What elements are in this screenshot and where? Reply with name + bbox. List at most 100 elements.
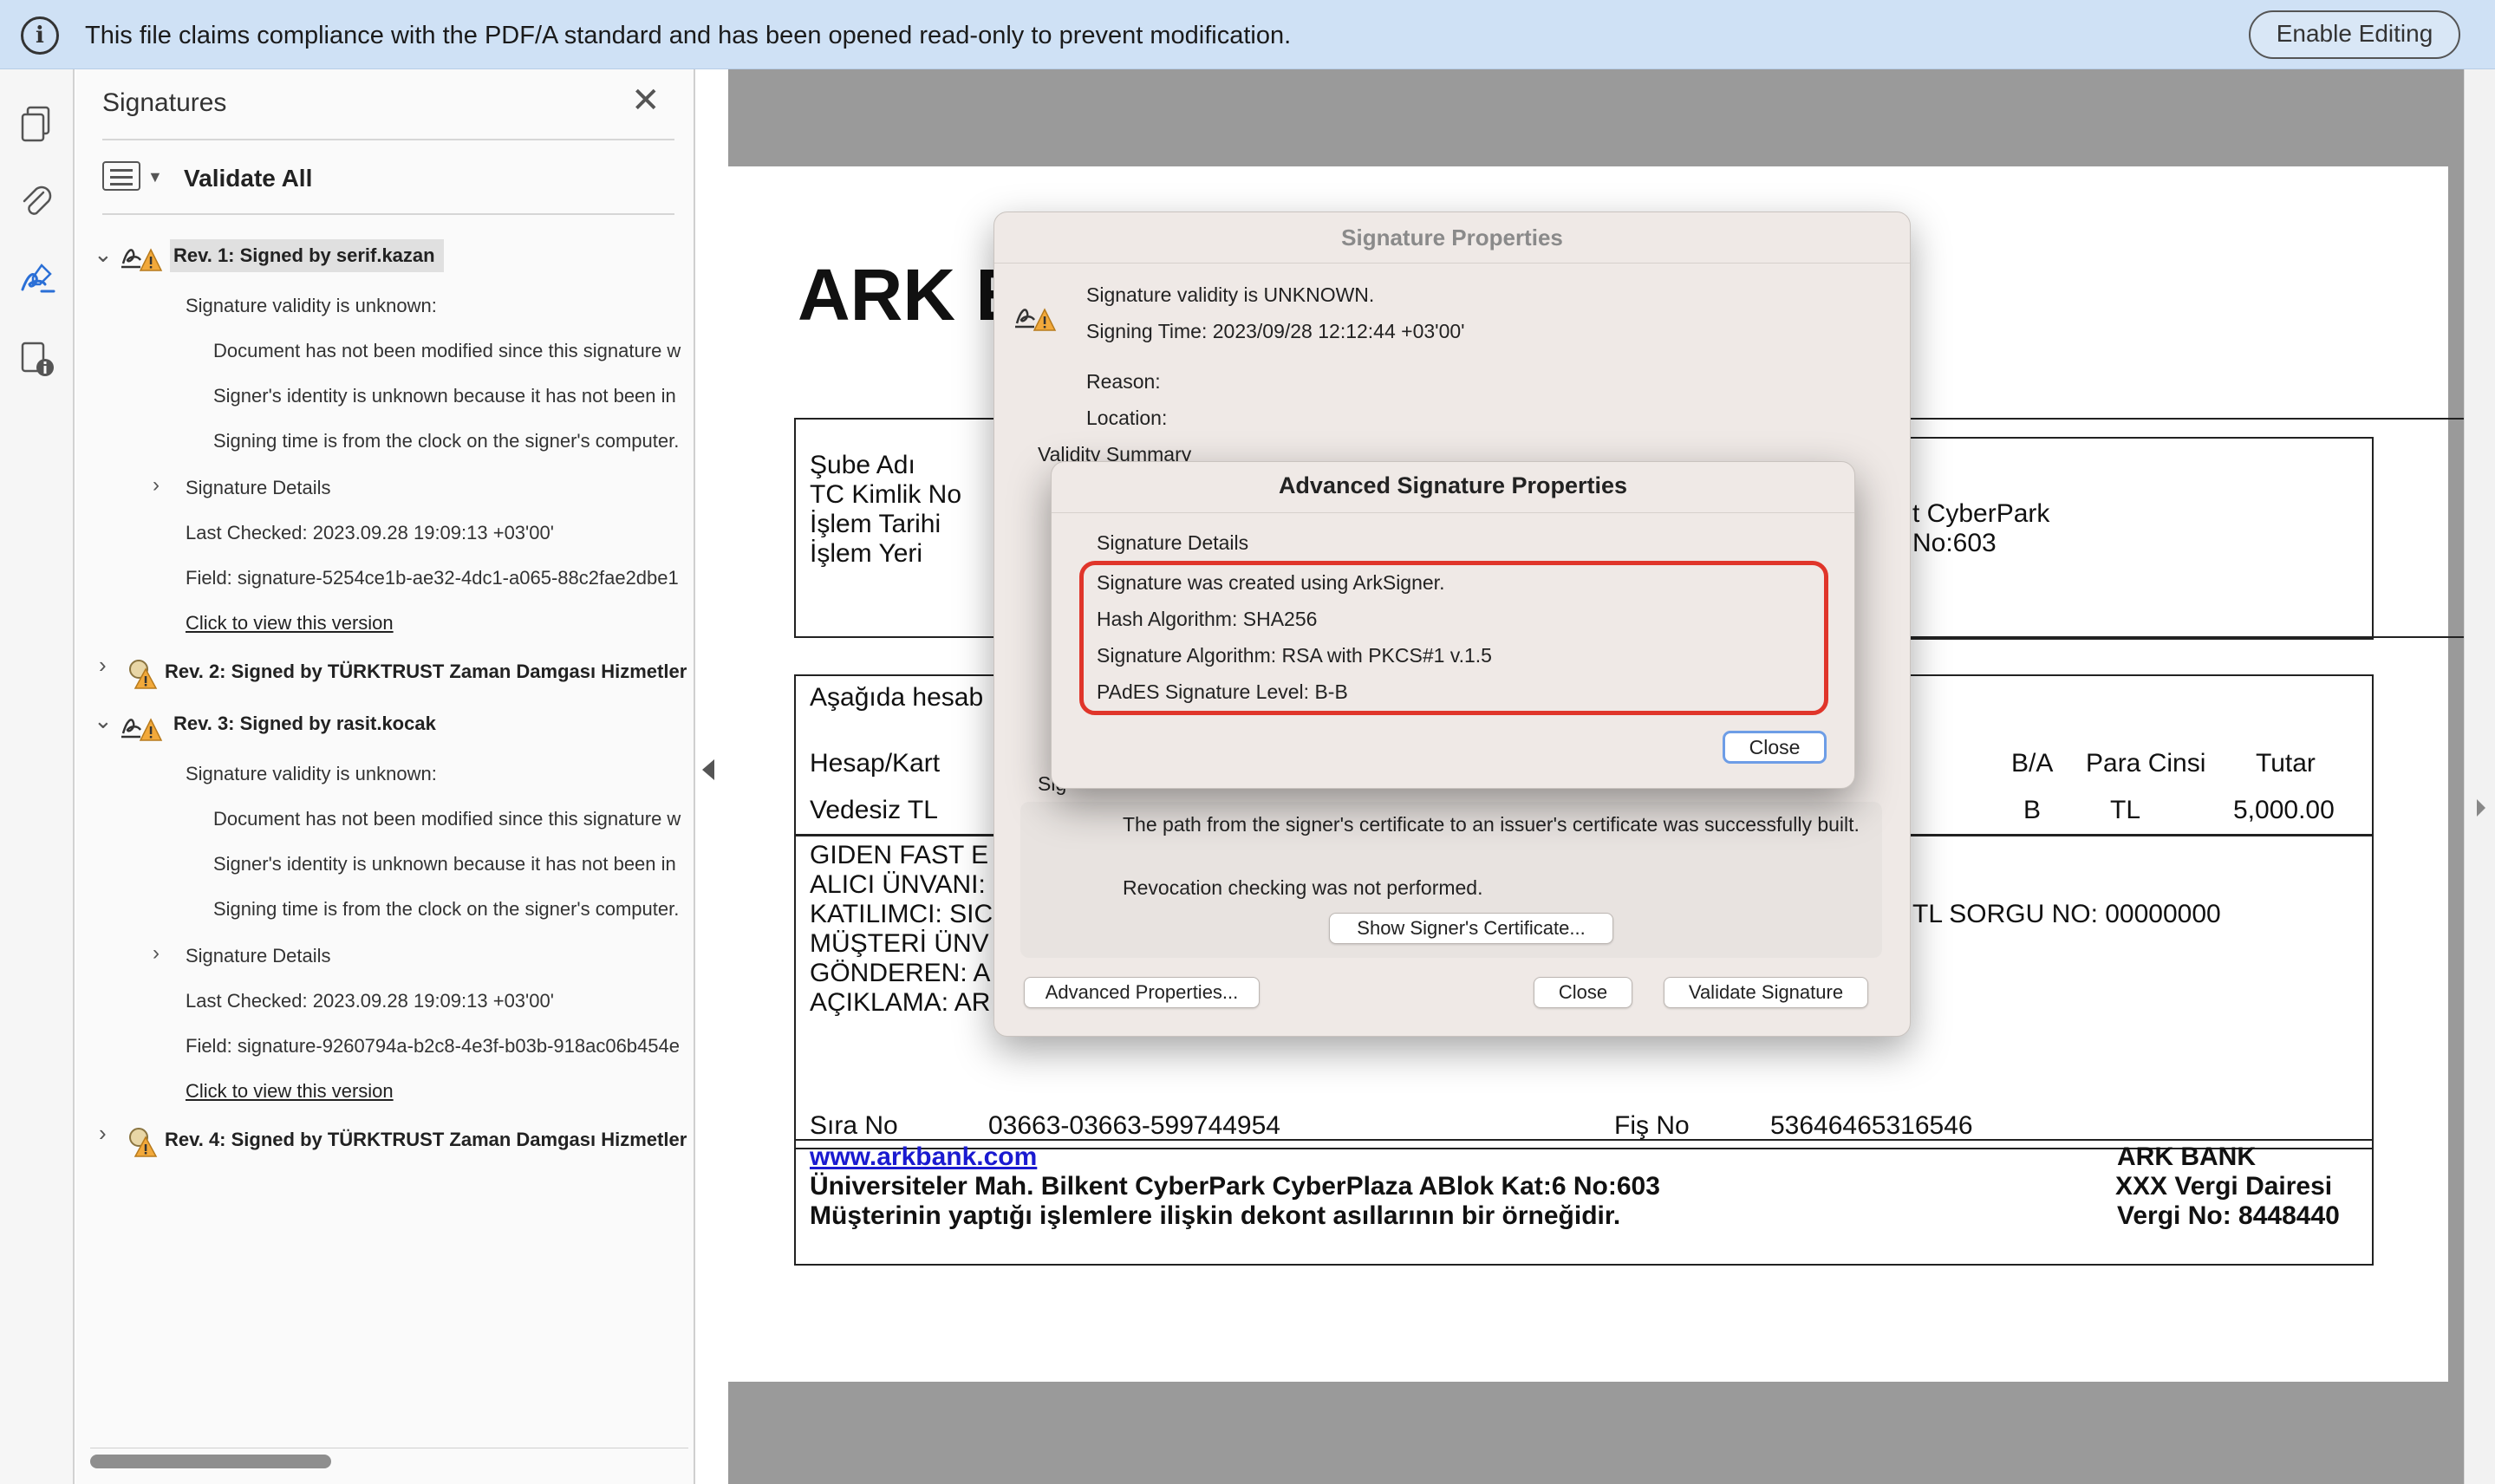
revocation-message: Revocation checking was not performed.	[1123, 876, 1483, 899]
detail-line: PAdES Signature Level: B-B	[1097, 680, 1348, 703]
column-header: B/A	[2011, 749, 2054, 778]
validity-detail: Document has not been modified since thi…	[213, 340, 681, 361]
bank-name: ARK BANK	[2117, 1142, 2256, 1171]
vertical-scrollbar[interactable]	[2464, 69, 2495, 1484]
revision-2[interactable]: Rev. 2: Signed by TÜRKTRUST Zaman Damgas…	[165, 661, 688, 683]
doc-label: Şube Adı	[810, 451, 915, 479]
validity-detail: Document has not been modified since thi…	[213, 808, 681, 830]
reason-label: Reason:	[1086, 370, 1161, 393]
view-version-link[interactable]: Click to view this version	[186, 612, 394, 635]
doc-text: ALICI ÜNVANI:	[810, 870, 986, 899]
validity-detail: Signer's identity is unknown because it …	[213, 385, 676, 407]
expand-chevron-icon[interactable]: ›	[99, 652, 107, 679]
validity-status: Signature validity is unknown:	[186, 763, 437, 784]
doc-text: GÖNDEREN: A	[810, 959, 991, 987]
revision-4[interactable]: Rev. 4: Signed by TÜRKTRUST Zaman Damgas…	[165, 1129, 688, 1151]
table-cell: B	[2023, 796, 2042, 824]
divider	[994, 263, 1910, 264]
location-label: Location:	[1086, 407, 1168, 429]
timestamp-warning-icon	[127, 655, 158, 692]
doc-label: TC Kimlik No	[810, 480, 962, 509]
signature-warning-icon	[1013, 297, 1057, 334]
close-button[interactable]: Close	[1723, 731, 1827, 764]
last-checked: Last Checked: 2023.09.28 19:09:13 +03'00…	[186, 522, 554, 543]
doc-label: Fiş No	[1614, 1111, 1690, 1140]
attachment-icon[interactable]	[16, 180, 59, 224]
doc-text: MÜŞTERİ ÜNV	[810, 929, 989, 958]
validity-detail: Signer's identity is unknown because it …	[213, 853, 676, 875]
expand-chevron-icon[interactable]: ›	[99, 1120, 107, 1147]
pages-icon[interactable]	[16, 102, 59, 146]
collapse-chevron-icon[interactable]: ⌄	[94, 241, 113, 268]
signatures-panel: Signatures ✕ ▼ Validate All ⌄ Rev. 1: Si…	[76, 69, 695, 1484]
doc-text: Aşağıda hesab	[810, 683, 984, 712]
revision-3[interactable]: Rev. 3: Signed by rasit.kocak	[173, 713, 436, 735]
doc-heading: ARK E	[798, 254, 1025, 335]
horizontal-scrollbar[interactable]	[90, 1455, 331, 1468]
bank-address: Üniversiteler Mah. Bilkent CyberPark Cyb…	[810, 1172, 1660, 1201]
signature-warning-icon	[120, 238, 163, 274]
signature-details-node[interactable]: Signature Details	[186, 477, 331, 499]
doc-value: 53646465316546	[1770, 1111, 1973, 1140]
doc-text: TL SORGU NO: 00000000	[1912, 900, 2221, 928]
pdfa-message: This file claims compliance with the PDF…	[85, 22, 1292, 49]
detail-line: Signature Algorithm: RSA with PKCS#1 v.1…	[1097, 644, 1492, 667]
expand-chevron-icon[interactable]: ›	[153, 473, 160, 498]
column-header: Hesap/Kart	[810, 749, 941, 778]
validity-status: Signature validity is unknown:	[186, 295, 437, 316]
divider	[102, 213, 674, 215]
validity-text: Signature validity is UNKNOWN.	[1086, 283, 1375, 306]
section-label: Signature Details	[1097, 531, 1249, 554]
detail-line: Signature was created using ArkSigner.	[1097, 571, 1445, 594]
column-header: Para Cinsi	[2086, 749, 2206, 778]
dialog-title: Signature Properties	[1341, 225, 1563, 251]
expand-right-panel-icon[interactable]	[2477, 799, 2485, 817]
divider	[1052, 512, 1854, 513]
signature-field: Field: signature-9260794a-b2c8-4e3f-b03b…	[186, 1035, 680, 1057]
signature-field: Field: signature-5254ce1b-ae32-4dc1-a065…	[186, 567, 679, 589]
collapse-panel-arrow-icon[interactable]	[702, 759, 714, 780]
doc-text: t CyberPark	[1912, 499, 2050, 528]
tax-number: Vergi No: 8448440	[2117, 1201, 2340, 1230]
detail-line: Hash Algorithm: SHA256	[1097, 608, 1318, 630]
pdfa-info-bar: i This file claims compliance with the P…	[0, 0, 2495, 69]
validate-all-button[interactable]: Validate All	[184, 165, 312, 192]
validity-detail: Signing time is from the clock on the si…	[213, 898, 680, 920]
doc-label: Sıra No	[810, 1111, 898, 1140]
validity-detail: Signing time is from the clock on the si…	[213, 430, 680, 452]
timestamp-warning-icon	[127, 1123, 158, 1160]
table-cell: 5,000.00	[2233, 796, 2335, 824]
signing-time: Signing Time: 2023/09/28 12:12:44 +03'00…	[1086, 320, 1465, 342]
panel-title: Signatures	[102, 88, 227, 117]
doc-text: No:603	[1912, 529, 1997, 557]
validate-signature-button[interactable]: Validate Signature	[1664, 977, 1868, 1008]
doc-text: GIDEN FAST E	[810, 841, 989, 869]
validate-options-icon[interactable]	[102, 161, 140, 191]
expand-chevron-icon[interactable]: ›	[153, 941, 160, 966]
document-info-icon[interactable]	[16, 338, 59, 381]
view-version-link[interactable]: Click to view this version	[186, 1080, 394, 1103]
close-panel-icon[interactable]: ✕	[631, 83, 661, 118]
divider	[102, 139, 674, 140]
enable-editing-button[interactable]: Enable Editing	[2249, 10, 2460, 59]
table-cell: Vedesiz TL	[810, 796, 938, 824]
doc-label: İşlem Yeri	[810, 539, 923, 568]
table-cell: TL	[2110, 796, 2141, 824]
doc-text: AÇIKLAMA: AR	[810, 988, 991, 1017]
tax-office: XXX Vergi Dairesi	[2115, 1172, 2333, 1201]
last-checked: Last Checked: 2023.09.28 19:09:13 +03'00…	[186, 990, 554, 1012]
signature-icon[interactable]	[16, 258, 59, 302]
info-icon: i	[21, 16, 59, 55]
close-button[interactable]: Close	[1534, 977, 1632, 1008]
advanced-properties-button[interactable]: Advanced Properties...	[1024, 977, 1260, 1008]
tool-rail	[0, 69, 75, 1484]
footer-note: Müşterinin yaptığı işlemlere ilişkin dek…	[810, 1201, 1621, 1230]
dialog-title: Advanced Signature Properties	[1278, 472, 1628, 498]
signature-details-node[interactable]: Signature Details	[186, 945, 331, 967]
bank-website-link[interactable]: www.arkbank.com	[810, 1142, 1037, 1172]
chevron-down-icon[interactable]: ▼	[147, 168, 163, 186]
revision-1[interactable]: Rev. 1: Signed by serif.kazan	[170, 239, 444, 272]
collapse-chevron-icon[interactable]: ⌄	[94, 707, 113, 734]
column-header: Tutar	[2256, 749, 2316, 778]
show-certificate-button[interactable]: Show Signer's Certificate...	[1329, 913, 1613, 944]
